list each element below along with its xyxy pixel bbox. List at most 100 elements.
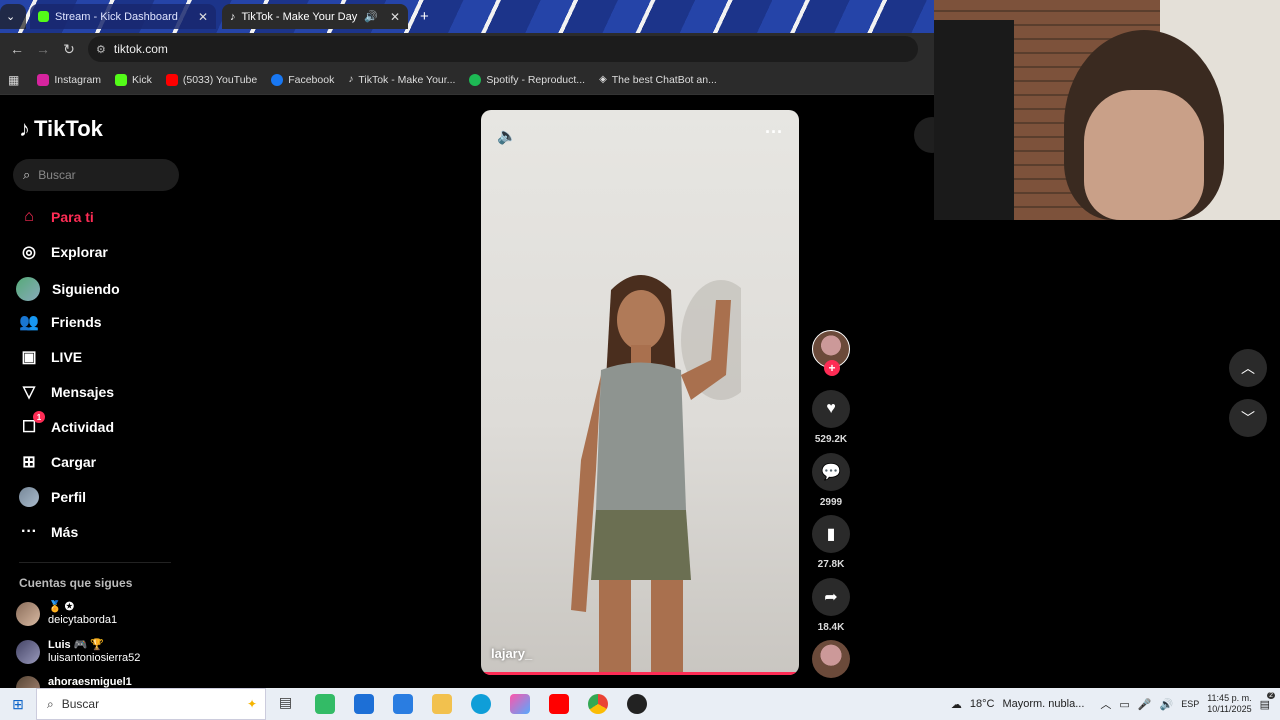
chevron-up-icon: ︿ <box>1241 360 1255 376</box>
bookmark-kick[interactable]: Kick <box>115 73 152 86</box>
next-video-button[interactable]: ﹀ <box>1229 399 1267 437</box>
save-button[interactable]: ▮ 27.8K <box>812 515 850 570</box>
video-subject-image <box>571 275 741 675</box>
nav-item-perfil[interactable]: Perfil <box>19 487 86 507</box>
bookmark-spotify[interactable]: Spotify - Reproduct... <box>469 73 585 86</box>
video-username[interactable]: lajary_ <box>491 646 532 661</box>
bookmark-youtube[interactable]: (5033) YouTube <box>165 73 257 86</box>
nav-item-siguiendo[interactable]: Siguiendo <box>16 277 120 301</box>
following-avatar-icon <box>16 277 40 301</box>
home-icon: ⌂ <box>24 208 34 225</box>
windows-logo-icon: ⊞ <box>12 695 24 712</box>
store-app-icon[interactable] <box>353 694 374 714</box>
like-button[interactable]: ♥ 529.2K <box>812 390 850 445</box>
plus-icon: + <box>420 8 429 25</box>
volume-icon[interactable]: 🔈 <box>497 126 517 146</box>
account-badges: 🏅 ✪ <box>48 601 74 613</box>
webcam-overlay <box>934 0 1280 220</box>
tiktok-favicon-icon: ♪ <box>230 10 236 23</box>
share-button[interactable]: ➦ 18.4K <box>812 578 850 633</box>
nav-item-mas[interactable]: ··· Más <box>19 522 78 542</box>
bookmark-facebook[interactable]: Facebook <box>271 73 334 86</box>
nav-item-cargar[interactable]: ⊞ Cargar <box>19 452 96 472</box>
task-view-icon[interactable]: ▤ <box>276 694 296 714</box>
nav-item-live[interactable]: ▣ LIVE <box>19 347 82 367</box>
copilot-sparkle-icon: ✦ <box>246 697 257 711</box>
site-info-icon[interactable]: ⚙ <box>96 43 106 56</box>
clock[interactable]: 11:45 p. m. 10/11/2025 <box>1207 693 1251 715</box>
back-button[interactable]: ← <box>4 36 30 62</box>
forward-button[interactable]: → <box>30 36 56 62</box>
file-explorer-icon[interactable] <box>431 694 452 714</box>
apps-grid-icon[interactable]: ▦ <box>8 73 19 87</box>
reload-icon: ↻ <box>63 40 75 57</box>
weather-temperature[interactable]: 18°C <box>970 698 995 710</box>
language-indicator[interactable]: ESP <box>1181 699 1199 709</box>
obs-app-icon[interactable] <box>626 694 647 714</box>
nav-item-para-ti[interactable]: ⌂ Para ti <box>19 207 94 227</box>
video-player[interactable]: 🔈 ··· lajary_ <box>481 110 799 675</box>
tab-kick[interactable]: Stream - Kick Dashboard ✕ <box>30 4 216 29</box>
compass-icon: ◎ <box>22 244 36 261</box>
chevron-up-icon[interactable]: ︿ <box>1100 696 1111 712</box>
reload-button[interactable]: ↻ <box>56 36 82 62</box>
chrome-browser-icon[interactable] <box>587 694 608 714</box>
search-input[interactable]: ⌕ Buscar <box>13 159 179 191</box>
tab-title: Stream - Kick Dashboard <box>55 10 178 23</box>
clock-time: 11:45 p. m. <box>1207 693 1252 703</box>
nav-item-friends[interactable]: 👥 Friends <box>19 312 102 332</box>
more-options-icon[interactable]: ··· <box>765 122 783 143</box>
tiktok-note-icon: ♪ <box>19 116 30 141</box>
avatar <box>16 676 40 688</box>
taskbar-search-input[interactable]: ⌕ Buscar ✦ <box>36 688 266 720</box>
followed-account[interactable]: Luis 🎮 🏆 luisantoniosierra52 <box>16 639 140 665</box>
video-progress-bar[interactable] <box>481 672 799 675</box>
tab-title: TikTok - Make Your Day <box>241 10 358 23</box>
audio-playing-icon[interactable]: 🔊 <box>364 10 378 23</box>
tab-tiktok[interactable]: ♪ TikTok - Make Your Day 🔊 ✕ <box>222 4 408 29</box>
microphone-icon[interactable]: 🎤 <box>1138 698 1152 711</box>
arrow-right-icon: → <box>36 41 50 57</box>
previous-video-button[interactable]: ︿ <box>1229 349 1267 387</box>
taskbar-search-placeholder: Buscar <box>61 697 100 711</box>
creator-avatar-button[interactable]: + <box>812 330 850 376</box>
followed-account[interactable]: ahoraesmiguel1 <box>16 676 132 688</box>
bookmark-tiktok[interactable]: ♪ TikTok - Make Your... <box>348 74 455 86</box>
tiktok-icon: ♪ <box>348 74 354 85</box>
nav-item-mensajes[interactable]: ▽ Mensajes <box>19 382 114 402</box>
new-tab-button[interactable]: + <box>412 4 436 29</box>
speaker-icon[interactable]: 🔊 <box>1159 698 1173 711</box>
music-avatar-button[interactable] <box>812 640 850 678</box>
kick-icon <box>115 73 128 86</box>
youtube-app-icon[interactable] <box>548 694 569 714</box>
nav-item-explorar[interactable]: ◎ Explorar <box>19 242 108 262</box>
logo-text: TikTok <box>34 116 103 141</box>
widgets-app-icon[interactable] <box>314 694 335 714</box>
weather-cloud-icon[interactable]: ☁ <box>951 698 962 711</box>
edge-browser-icon[interactable] <box>470 694 491 714</box>
save-count: 27.8K <box>817 559 845 570</box>
bookmark-chatbot[interactable]: ◈ The best ChatBot an... <box>599 74 717 86</box>
followed-account[interactable]: 🏅 ✪ deicytaborda1 <box>16 601 117 627</box>
address-bar[interactable]: ⚙ tiktok.com <box>88 36 918 62</box>
bookmark-label: Instagram <box>54 73 102 86</box>
like-count: 529.2K <box>814 434 848 445</box>
outlook-app-icon[interactable] <box>392 694 413 714</box>
comment-icon: 💬 <box>812 453 850 491</box>
follow-plus-icon[interactable]: + <box>824 360 840 376</box>
network-icon[interactable]: ▭ <box>1119 698 1129 711</box>
start-button[interactable]: ⊞ <box>0 688 36 720</box>
close-icon[interactable]: ✕ <box>198 10 208 24</box>
url-text: tiktok.com <box>113 42 168 56</box>
bookmark-instagram[interactable]: Instagram <box>37 73 102 86</box>
notifications-icon[interactable]: ▤ 2 <box>1260 691 1275 711</box>
comment-button[interactable]: 💬 2999 <box>812 453 850 508</box>
copilot-app-icon[interactable] <box>509 694 530 714</box>
close-icon[interactable]: ✕ <box>390 10 400 24</box>
nav-item-actividad[interactable]: ☐ 1 Actividad <box>19 411 114 437</box>
instagram-icon <box>37 73 50 86</box>
profile-icon <box>19 487 39 507</box>
tiktok-logo[interactable]: ♪ TikTok <box>19 116 103 142</box>
tab-search-button[interactable]: ⌄ <box>0 4 26 29</box>
weather-description[interactable]: Mayorm. nubla... <box>1002 698 1084 710</box>
